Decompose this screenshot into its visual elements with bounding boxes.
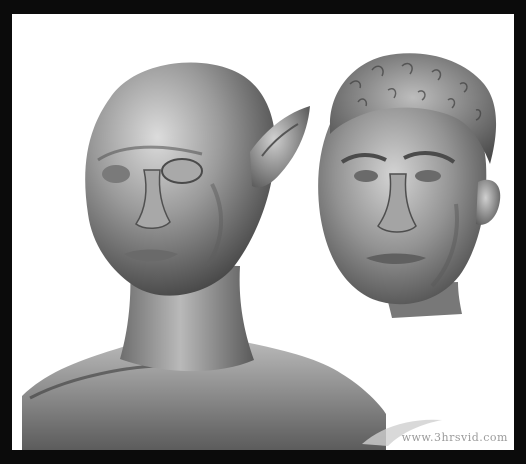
human-eye-left (354, 170, 378, 182)
watermark-text: www.3hrsvid.com (401, 431, 508, 444)
human-eye-right (415, 170, 441, 182)
sculpt-scene (22, 53, 501, 450)
alien-eye-right (161, 158, 203, 184)
alien-eye-left (102, 165, 130, 183)
human-head (318, 53, 501, 318)
human-ear (476, 179, 501, 225)
image-frame: www.3hrsvid.com (12, 14, 514, 450)
